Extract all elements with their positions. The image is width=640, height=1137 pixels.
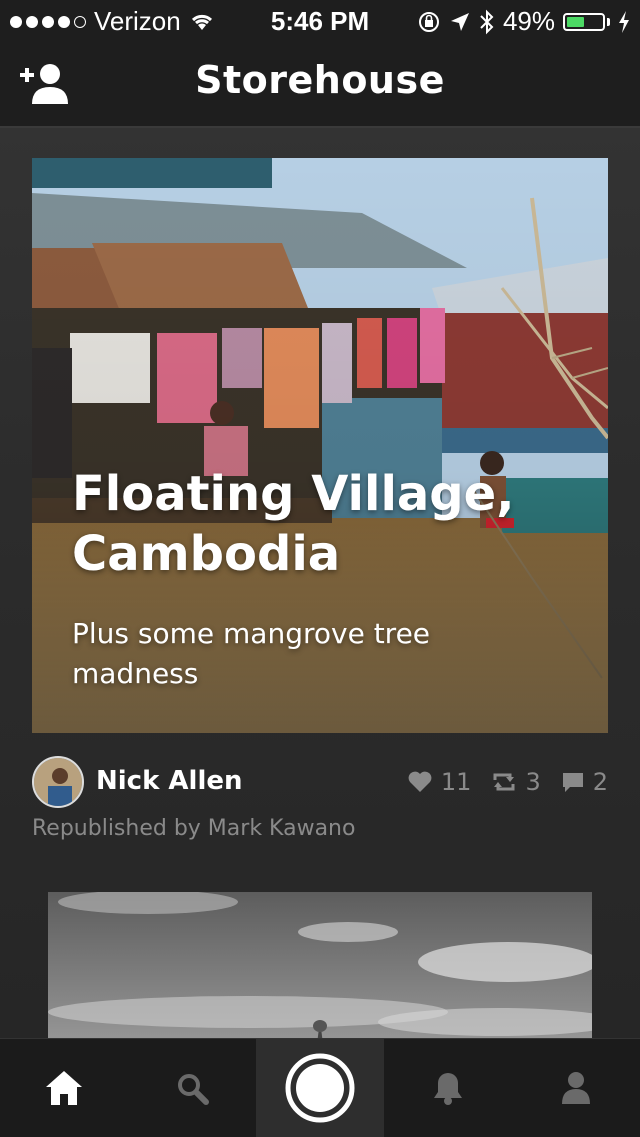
author-avatar[interactable] — [32, 756, 84, 808]
page-title: Storehouse — [195, 58, 445, 102]
tab-bar — [0, 1038, 640, 1137]
rotation-lock-icon — [418, 11, 439, 32]
story-stats: 11 3 2 — [407, 768, 608, 796]
tab-camera[interactable] — [256, 1039, 384, 1137]
home-icon — [46, 1071, 82, 1105]
battery-percent: 49% — [502, 6, 555, 36]
location-icon — [450, 12, 469, 31]
reposts-stat[interactable]: 3 — [491, 768, 541, 796]
story-subtitle: Plus some mangrove tree madness — [72, 617, 431, 690]
status-right-group: 49% — [417, 6, 630, 37]
tab-notifications[interactable] — [384, 1039, 512, 1137]
navigation-bar: Storehouse — [0, 40, 640, 128]
repost-icon — [493, 773, 515, 791]
reposts-count: 3 — [525, 768, 541, 796]
story-cover-image[interactable]: Floating Village, Cambodia Plus some man… — [32, 158, 608, 733]
battery-level-fill — [567, 16, 584, 27]
battery-icon — [563, 12, 605, 31]
avatar-image — [34, 758, 82, 806]
republished-by[interactable]: Republished by Mark Kawano — [32, 816, 355, 841]
likes-count: 11 — [440, 768, 472, 796]
comments-stat[interactable]: 2 — [561, 768, 608, 796]
battery-tip — [607, 17, 610, 26]
status-bar: Verizon 5:46 PM 49% — [0, 0, 640, 40]
author-name[interactable]: Nick Allen — [96, 766, 243, 796]
comments-count: 2 — [592, 768, 608, 796]
camera-icon — [285, 1053, 355, 1123]
tab-search[interactable] — [128, 1039, 256, 1137]
likes-stat[interactable]: 11 — [407, 768, 472, 796]
bluetooth-icon — [480, 9, 494, 34]
search-icon — [178, 1074, 209, 1105]
tab-home[interactable] — [0, 1039, 128, 1137]
story-title: Floating Village, Cambodia — [72, 466, 515, 582]
charging-icon — [619, 10, 629, 33]
story-meta: Nick Allen 11 3 2 Republished by Mark Ka… — [32, 756, 608, 846]
notifications-icon — [434, 1073, 462, 1105]
heart-icon — [408, 771, 432, 792]
tab-profile[interactable] — [512, 1039, 640, 1137]
profile-icon — [562, 1072, 590, 1104]
monochrome-sky-photo — [48, 892, 592, 1038]
feed[interactable]: Floating Village, Cambodia Plus some man… — [0, 128, 640, 1038]
next-story-image[interactable] — [48, 892, 592, 1038]
comment-icon — [562, 773, 583, 792]
